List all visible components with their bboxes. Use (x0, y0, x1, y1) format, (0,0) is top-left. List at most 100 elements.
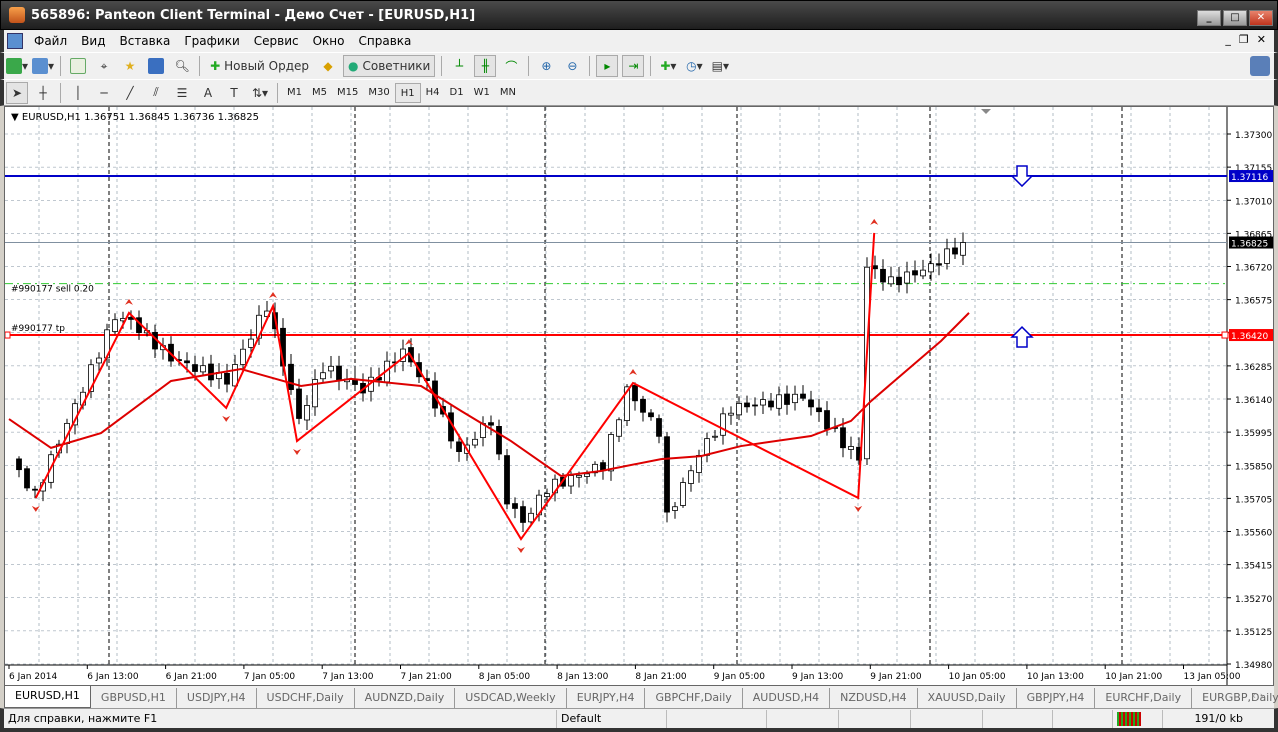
chart-tab[interactable]: USDJPY,H4 (177, 688, 257, 708)
chart-tab[interactable]: GBPJPY,H4 (1017, 688, 1096, 708)
chart-tab[interactable]: USDCAD,Weekly (455, 688, 567, 708)
trendline-tool[interactable]: ╱ (119, 82, 141, 104)
bar-chart-icon: ┴ (455, 59, 463, 73)
profiles-button[interactable]: ▾ (32, 55, 54, 77)
candle-body (800, 393, 806, 399)
terminal-button[interactable] (145, 55, 167, 77)
candle-body (816, 407, 822, 413)
close-button[interactable]: ✕ (1249, 10, 1273, 26)
timeframe-m30[interactable]: M30 (363, 83, 394, 103)
time-tick-label: 7 Jan 13:00 (322, 672, 374, 682)
crosshair-tool[interactable]: ┼ (32, 82, 54, 104)
new-chart-button[interactable]: ▾ (6, 55, 28, 77)
order-label: #990177 sell 0.20 (11, 285, 94, 295)
timeframe-m5[interactable]: M5 (307, 83, 332, 103)
indicators-button[interactable]: ✚ ▾ (657, 55, 679, 77)
chart-tab[interactable]: AUDUSD,H4 (743, 688, 831, 708)
candle-body (584, 473, 590, 477)
candle-chart-button[interactable]: ╫ (474, 55, 497, 77)
chart-tab[interactable]: NZDUSD,H4 (830, 688, 918, 708)
market-watch-button[interactable] (67, 55, 89, 77)
mdi-close-button[interactable]: ✕ (1257, 33, 1266, 46)
candle-body (496, 426, 502, 455)
candle-body (760, 399, 766, 406)
maximize-button[interactable]: □ (1223, 10, 1247, 26)
templates-button[interactable]: ▤ ▾ (709, 55, 731, 77)
candle-body (736, 402, 742, 416)
text-tool[interactable]: A (197, 82, 219, 104)
chart-menu-icon[interactable]: ▼ (11, 112, 22, 123)
timeframe-d1[interactable]: D1 (445, 83, 469, 103)
warning-icon: ◆ (323, 59, 333, 73)
data-window-button[interactable]: ⌖ (93, 55, 115, 77)
candle-body (680, 482, 686, 506)
price-tick-label: 1.36575 (1235, 297, 1272, 307)
tab-scroll-arrows[interactable]: ‹ › (1252, 689, 1264, 702)
chart-tab[interactable]: XAUUSD,Daily (918, 688, 1017, 708)
mdi-restore-button[interactable]: ❐ (1239, 33, 1249, 46)
candle-body (16, 458, 22, 471)
autoscroll-button[interactable]: ▸ (596, 55, 619, 77)
menu-view[interactable]: Вид (74, 34, 112, 48)
new-order-label: Новый Ордер (224, 59, 310, 73)
candle-body (688, 470, 694, 484)
chart-tab[interactable]: EURUSD,H1 (4, 686, 91, 708)
time-tick-label: 10 Jan 05:00 (949, 672, 1006, 682)
fibonacci-tool[interactable]: ☰ (171, 82, 193, 104)
timeframe-m1[interactable]: M1 (282, 83, 307, 103)
candle-body (720, 413, 726, 436)
navigator-button[interactable]: ★ (119, 55, 141, 77)
menu-help[interactable]: Справка (352, 34, 419, 48)
alert-button[interactable]: ◆ (317, 55, 339, 77)
periods-button[interactable]: ◷ ▾ (683, 55, 705, 77)
chart-tab[interactable]: EURGBP,Daily (1192, 688, 1278, 708)
chart-tab[interactable]: EURCHF,Daily (1095, 688, 1193, 708)
cursor-tool[interactable]: ➤ (6, 81, 28, 104)
tester-button[interactable]: 🔍︎ (171, 55, 193, 77)
notifications-icon[interactable] (1250, 56, 1270, 76)
star-folder-icon: ★ (124, 59, 136, 73)
zoom-out-icon: ⊖ (567, 59, 578, 73)
menu-insert[interactable]: Вставка (112, 34, 177, 48)
chart-shift-button[interactable]: ⇥ (622, 55, 645, 77)
timeframe-mn[interactable]: MN (495, 83, 521, 103)
expert-advisors-button[interactable]: ● Советники (343, 55, 436, 77)
price-chart[interactable]: 1.373001.371551.370101.368651.367201.365… (4, 107, 1273, 685)
channel-icon: ⫽ (153, 85, 159, 99)
menu-window[interactable]: Окно (306, 34, 352, 48)
zoom-in-button[interactable]: ⊕ (535, 55, 557, 77)
horizontal-line-tool[interactable]: ─ (93, 82, 115, 104)
timeframe-h4[interactable]: H4 (421, 83, 445, 103)
price-label: 1.36825 (1231, 240, 1268, 250)
candle-body (664, 436, 670, 513)
chart-tab[interactable]: USDCHF,Daily (257, 688, 355, 708)
time-tick-label: 8 Jan 05:00 (479, 672, 531, 682)
vertical-line-tool[interactable]: │ (67, 82, 89, 104)
chart-window[interactable]: 1.37300 1.37155 1.37010 1.36865 1.36720 1.365… (4, 106, 1274, 686)
text-label-tool[interactable]: T (223, 82, 245, 104)
fractal-down-icon (222, 415, 231, 422)
candle-body (504, 455, 510, 505)
arrows-tool[interactable]: ⇅▾ (249, 82, 271, 104)
advisors-icon: ● (348, 59, 359, 73)
chart-tab[interactable]: GBPUSD,H1 (91, 688, 177, 708)
chart-tab[interactable]: EURJPY,H4 (567, 688, 646, 708)
mdi-minimize-button[interactable]: _ (1225, 33, 1231, 46)
new-order-button[interactable]: ✚ Новый Ордер (206, 55, 313, 77)
menu-tools[interactable]: Сервис (247, 34, 306, 48)
equidistant-channel-tool[interactable]: ⫽ (145, 82, 167, 104)
chart-tab[interactable]: GBPCHF,Daily (645, 688, 743, 708)
minimize-button[interactable]: _ (1197, 10, 1221, 26)
chart-tab[interactable]: AUDNZD,Daily (355, 688, 456, 708)
candle-body (784, 393, 790, 405)
price-tick-label: 1.35415 (1235, 562, 1272, 572)
bar-chart-button[interactable]: ┴ (448, 55, 470, 77)
timeframe-m15[interactable]: M15 (332, 83, 363, 103)
timeframe-w1[interactable]: W1 (469, 83, 495, 103)
connection-status-icon (1113, 709, 1163, 728)
timeframe-h1[interactable]: H1 (394, 82, 421, 103)
menu-file[interactable]: Файл (27, 34, 74, 48)
menu-charts[interactable]: Графики (177, 34, 246, 48)
line-chart-button[interactable]: ⌒ (500, 55, 522, 77)
zoom-out-button[interactable]: ⊖ (561, 55, 583, 77)
